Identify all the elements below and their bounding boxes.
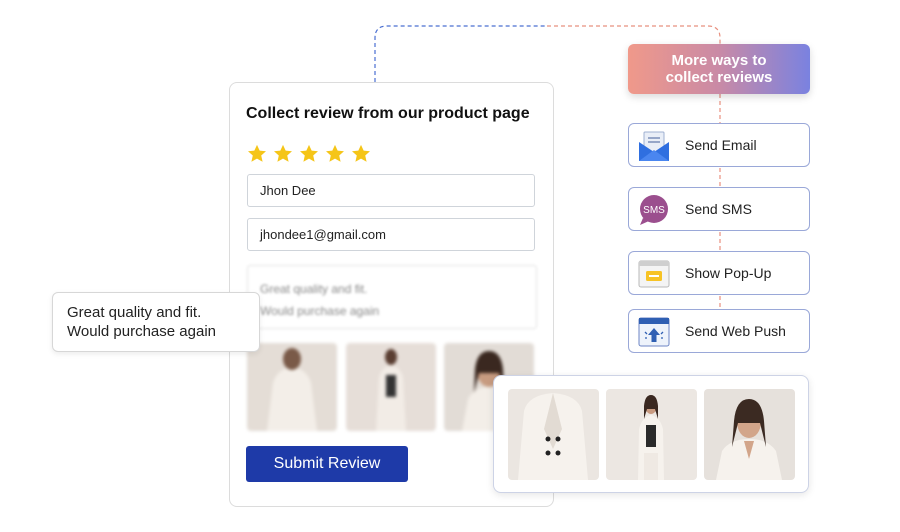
product-photo — [606, 389, 697, 480]
send-sms-option[interactable]: SMS Send SMS — [628, 187, 810, 231]
envelope-icon — [639, 131, 669, 161]
channel-label: Send Web Push — [685, 323, 786, 339]
banner-line: collect reviews — [665, 69, 773, 86]
show-popup-option[interactable]: Show Pop-Up — [628, 251, 810, 295]
review-text-line: Great quality and fit. — [260, 282, 368, 296]
star-rating[interactable] — [246, 143, 372, 165]
email-field[interactable]: jhondee1@gmail.com — [247, 218, 535, 251]
channel-label: Send SMS — [685, 201, 752, 217]
star-icon[interactable] — [324, 143, 346, 165]
star-icon[interactable] — [272, 143, 294, 165]
photo-reviews-panel — [493, 375, 809, 493]
sms-bubble-icon: SMS — [640, 195, 668, 225]
channel-label: Send Email — [685, 137, 757, 153]
review-textarea[interactable]: Great quality and fit. Would purchase ag… — [247, 265, 537, 329]
popup-window-icon — [638, 260, 670, 288]
quote-line: Great quality and fit. — [67, 304, 202, 321]
name-field[interactable]: Jhon Dee — [247, 174, 535, 207]
blurred-product-photo — [346, 343, 436, 431]
blurred-product-photo — [247, 343, 337, 431]
review-quote-bubble: Great quality and fit. Would purchase ag… — [52, 292, 260, 352]
star-icon[interactable] — [246, 143, 268, 165]
quote-line: Would purchase again — [67, 323, 216, 340]
submit-review-button[interactable]: Submit Review — [246, 446, 408, 482]
review-text-line: Would purchase again — [260, 304, 380, 318]
send-web-push-option[interactable]: Send Web Push — [628, 309, 810, 353]
star-icon[interactable] — [350, 143, 372, 165]
channel-label: Show Pop-Up — [685, 265, 772, 281]
more-ways-banner: More ways to collect reviews — [628, 44, 810, 94]
send-email-option[interactable]: Send Email — [628, 123, 810, 167]
svg-text:SMS: SMS — [643, 205, 665, 216]
banner-line: More ways to — [671, 52, 767, 69]
product-photo — [508, 389, 599, 480]
form-title: Collect review from our product page — [246, 105, 530, 122]
product-photo — [704, 389, 795, 480]
web-push-icon — [638, 317, 670, 347]
star-icon[interactable] — [298, 143, 320, 165]
